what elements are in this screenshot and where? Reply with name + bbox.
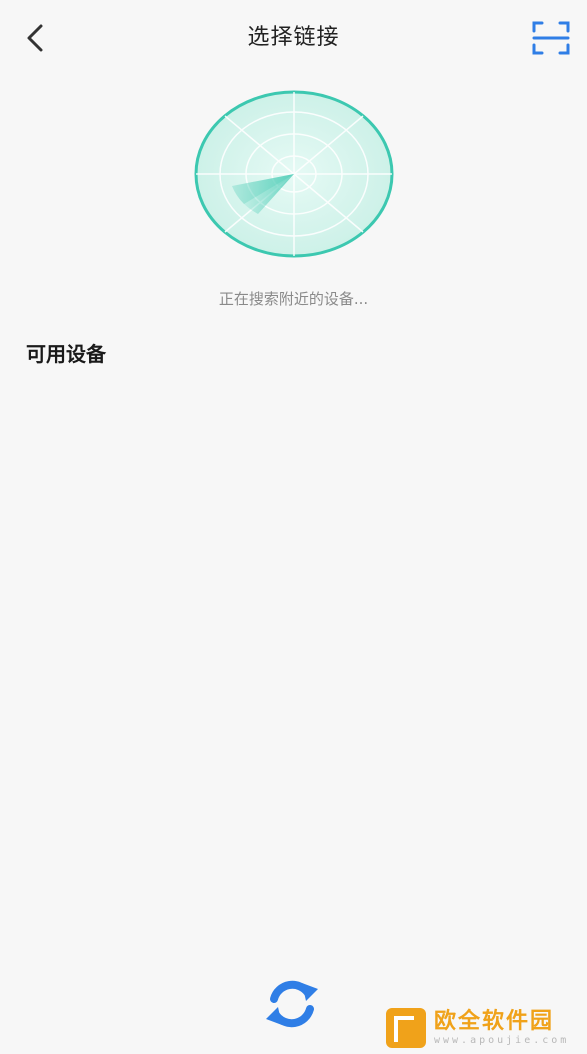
watermark-logo-icon: [386, 1008, 426, 1048]
scan-icon: [532, 21, 570, 55]
refresh-button[interactable]: [260, 972, 324, 1036]
watermark: 欧全软件园 www.apoujie.com: [386, 1002, 586, 1054]
chevron-left-icon: [27, 24, 43, 52]
search-status-text: 正在搜索附近的设备...: [218, 290, 369, 308]
watermark-url: www.apoujie.com: [434, 1035, 570, 1046]
device-list: [0, 380, 587, 940]
back-button[interactable]: [14, 16, 58, 60]
scan-button[interactable]: [529, 16, 573, 60]
page-title: 选择链接: [247, 25, 340, 50]
radar-scanner: [192, 88, 396, 260]
radar-icon: [194, 90, 394, 258]
watermark-name: 欧全软件园: [434, 1009, 555, 1034]
available-devices-heading: 可用设备: [26, 342, 106, 366]
top-bar: 选择链接: [0, 0, 587, 72]
refresh-icon: [266, 980, 318, 1028]
